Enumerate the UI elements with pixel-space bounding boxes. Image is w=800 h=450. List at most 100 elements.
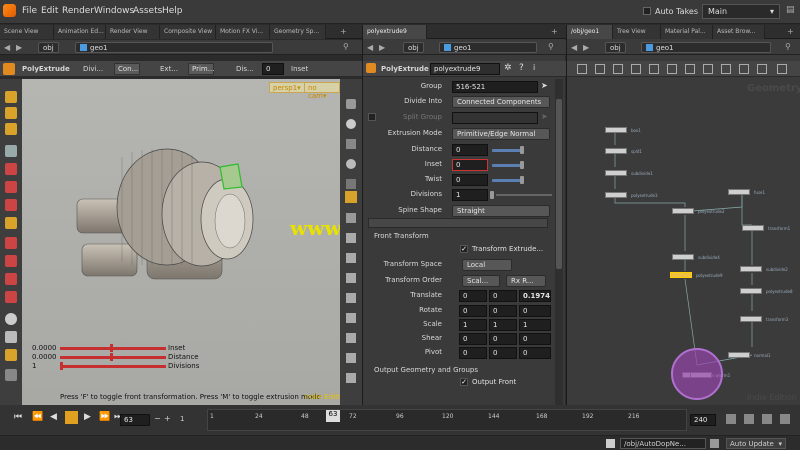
network-node[interactable] [605,192,627,198]
path-obj[interactable]: obj [38,42,59,53]
output-front-checkbox[interactable]: ✓ [460,378,468,386]
transform-order-scale[interactable]: Scal... [462,275,500,287]
divisions-slider[interactable] [496,194,552,196]
tab-render-view[interactable]: Render View [106,25,160,39]
forward-icon[interactable]: ▶ [379,43,385,52]
param-scrollbar[interactable] [555,79,563,405]
tool-settings-icon[interactable] [3,63,15,75]
front-transform-header[interactable]: Front Transform [374,232,429,240]
twist-slider[interactable] [492,179,522,182]
options-icon[interactable] [762,414,772,424]
realtime-icon[interactable] [744,414,754,424]
select-tool-icon[interactable] [5,91,17,103]
pivot-z[interactable]: 0 [519,347,551,359]
tab-polyextrude9[interactable]: polyextrude9 [363,25,427,39]
status-path[interactable]: /obj/AutoDopNe... [620,438,706,449]
pose-icon[interactable] [5,217,17,229]
ghost-icon[interactable] [345,191,357,203]
info-icon[interactable]: i [533,63,535,72]
network-node[interactable] [728,352,750,358]
inset-field[interactable]: 0 [452,159,488,171]
end-frame[interactable]: 240 [690,414,716,426]
menu-windows[interactable]: Windows [94,6,134,16]
shading-icon[interactable] [346,179,356,189]
display-options-icon[interactable] [346,99,356,109]
transform-order-rotate[interactable]: Rx R... [506,275,546,287]
handle-tool-icon[interactable] [5,123,17,135]
network-node[interactable] [672,254,694,260]
path-geo[interactable]: geo1 [439,42,537,53]
network-node[interactable] [742,225,764,231]
distance-slider[interactable] [492,149,522,152]
inset-slider[interactable] [492,164,522,167]
background-icon[interactable] [346,353,356,363]
menu-render[interactable]: Render [62,6,94,16]
distance-knob[interactable] [520,146,524,154]
light-bulb-icon[interactable] [346,159,356,169]
scale-icon[interactable] [5,199,17,211]
tab-composite-view[interactable]: Composite View [160,25,216,39]
folder-tabs[interactable] [368,218,548,228]
frame-plus[interactable]: + [164,414,171,423]
network-node[interactable] [740,288,762,294]
menu-edit[interactable]: Edit [41,6,58,16]
transform-extruded-checkbox[interactable]: ✓ [460,245,468,253]
divide-button[interactable]: Con... [114,63,140,75]
network-node[interactable] [605,148,627,154]
transform-space-select[interactable]: Local [462,259,512,271]
network-node[interactable] [740,316,762,322]
back-icon[interactable]: ◀ [367,43,373,52]
frame-field[interactable]: 63 [120,414,150,426]
lighting-icon[interactable] [346,119,356,129]
param-scroll-thumb[interactable] [556,99,562,269]
shear-y[interactable]: 0 [489,333,517,345]
path-obj[interactable]: obj [403,42,424,53]
frame-minus[interactable]: − [154,414,161,423]
network-node[interactable] [670,272,692,278]
distance-field[interactable]: 0 [452,144,488,156]
pin-icon[interactable]: ⚲ [343,42,349,51]
twist-knob[interactable] [520,176,524,184]
split-group-field[interactable] [452,112,538,124]
gear-icon[interactable]: ✲ [504,63,512,73]
pivot-y[interactable]: 0 [489,347,517,359]
translate-x[interactable]: 0 [459,290,487,302]
layout-icon[interactable]: ▤ [786,5,795,15]
divisions-field[interactable]: 1 [452,189,488,201]
output-header[interactable]: Output Geometry and Groups [374,366,478,374]
extrude-button[interactable]: Prim... [188,63,214,75]
network-node[interactable] [605,170,627,176]
auto-update-select[interactable]: Auto Update ▾ [726,438,786,449]
rotate-y[interactable]: 0 [489,305,517,317]
points-icon[interactable] [346,233,356,243]
timeline-bar[interactable]: 1 24 48 72 96 120 144 168 192 216 63 [207,409,687,431]
split-group-toggle[interactable] [368,113,376,121]
pin-icon[interactable]: ⚲ [548,42,554,51]
wire-icon[interactable] [346,213,356,223]
play-back-icon[interactable]: ◀ [50,412,57,422]
status-icon[interactable] [606,439,615,448]
tab-motion-fx[interactable]: Motion FX Vi... [216,25,270,39]
distance-field[interactable]: 0 [262,63,284,75]
step-forward-icon[interactable]: ⏩ [99,412,110,422]
uv-icon[interactable] [346,333,356,343]
network-node[interactable] [740,266,762,272]
add-tab-icon[interactable]: + [340,27,347,36]
forward-icon[interactable]: ▶ [16,43,22,52]
move-icon[interactable] [5,163,17,175]
vectors-icon[interactable] [346,313,356,323]
rotate-icon[interactable] [5,181,17,193]
dop-icon[interactable] [710,439,719,448]
scale-z[interactable]: 1 [519,319,551,331]
twist-field[interactable]: 0 [452,174,488,186]
help-icon[interactable]: ? [519,63,524,73]
tab-scene-view[interactable]: Scene View [0,25,54,39]
menu-file[interactable]: File [22,6,37,16]
play-icon[interactable]: ▶ [84,412,91,422]
path-geo[interactable]: geo1 [75,42,273,53]
group-field[interactable]: 516-521 [452,81,538,93]
normals-icon[interactable] [346,253,356,263]
pivot-x[interactable]: 0 [459,347,487,359]
shear-x[interactable]: 0 [459,333,487,345]
pointer-icon[interactable] [5,145,17,157]
